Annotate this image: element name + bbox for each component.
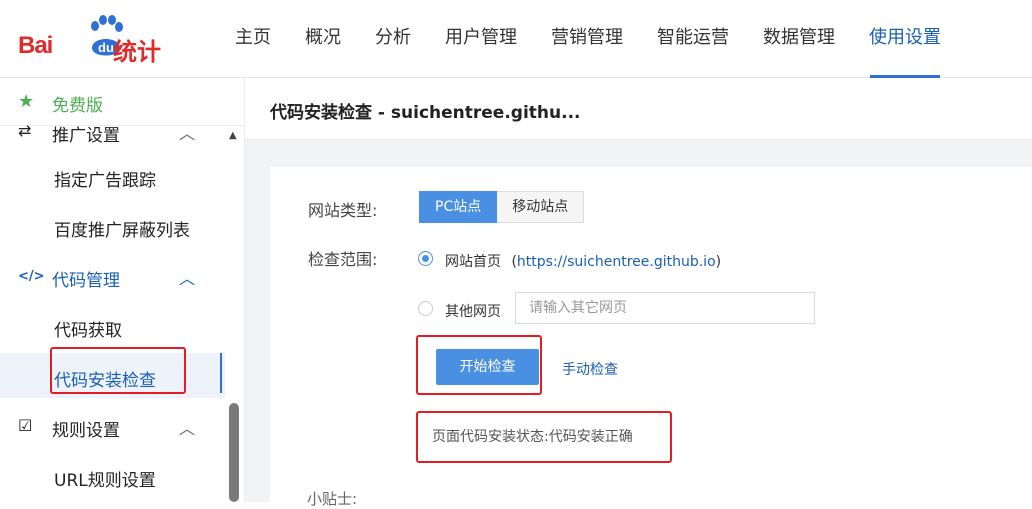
sidebar-scrollbar-thumb[interactable] — [229, 403, 239, 502]
sidebar-group-code-management[interactable]: </> 代码管理 ︿ — [0, 253, 225, 303]
highlight-box-sidebar — [50, 347, 186, 394]
sidebar: ★ 免费版 ⇄ 推广设置 ︿ 指定广告跟踪 百度推广屏蔽列表 </> 代码管理 … — [0, 78, 245, 502]
nav-analysis[interactable]: 分析 — [358, 0, 428, 78]
scope-home-label: 网站首页 — [445, 254, 501, 270]
top-bar: Bai du 统计 主页 概况 分析 用户管理 营销管理 智能运营 数据管理 使… — [0, 0, 1032, 78]
sidebar-item-label: 代码获取 — [54, 321, 122, 341]
highlight-box-start-button — [416, 335, 542, 395]
top-nav: 主页 概况 分析 用户管理 营销管理 智能运营 数据管理 使用设置 — [218, 0, 958, 78]
page-title: 代码安装检查 - suichentree.githu... — [270, 103, 581, 123]
scope-home-url-link[interactable]: https://suichentree.github.io — [517, 254, 716, 270]
nav-marketing[interactable]: 营销管理 — [534, 0, 640, 78]
nav-user-management[interactable]: 用户管理 — [428, 0, 534, 78]
scope-home-radio[interactable] — [418, 251, 433, 266]
sidebar-group-label: 推广设置 — [52, 126, 120, 146]
scope-label: 检查范围: — [308, 250, 378, 269]
site-type-toggle: PC站点 移动站点 — [419, 191, 585, 223]
sidebar-item-label: URL规则设置 — [54, 471, 156, 491]
sidebar-group-promotion[interactable]: ⇄ 推广设置 ︿ — [0, 108, 225, 158]
sidebar-item-label: 指定广告跟踪 — [54, 171, 156, 191]
code-icon: </> — [18, 269, 45, 284]
scope-other-label[interactable]: 其他网页 — [445, 301, 501, 321]
other-page-input[interactable] — [515, 292, 815, 324]
scroll-up-arrow-icon[interactable]: ▲ — [229, 130, 237, 141]
sidebar-item-ad-tracking[interactable]: 指定广告跟踪 — [0, 153, 225, 203]
nav-smart-ops[interactable]: 智能运营 — [640, 0, 746, 78]
sidebar-group-rules[interactable]: ☑ 规则设置 ︿ — [0, 403, 225, 453]
nav-home[interactable]: 主页 — [218, 0, 288, 78]
highlight-box-status — [416, 411, 672, 463]
manual-check-link[interactable]: 手动检查 — [562, 359, 618, 379]
site-type-mobile-button[interactable]: 移动站点 — [497, 191, 585, 223]
edit-rules-icon: ☑ — [18, 416, 33, 435]
logo-du: du — [98, 40, 114, 55]
scope-home-option[interactable]: 网站首页 (https://suichentree.github.io) — [445, 251, 721, 271]
chevron-up-icon: ︿ — [178, 419, 195, 438]
scope-other-radio[interactable] — [418, 301, 433, 316]
site-type-pc-button[interactable]: PC站点 — [419, 191, 498, 223]
nav-overview[interactable]: 概况 — [288, 0, 358, 78]
page-header: 代码安装检查 - suichentree.githu... — [245, 78, 1032, 140]
sidebar-group-label: 代码管理 — [52, 271, 120, 291]
sidebar-item-label: 百度推广屏蔽列表 — [54, 221, 190, 241]
chevron-up-icon: ︿ — [178, 269, 195, 288]
baidu-tongji-logo[interactable]: Bai du 统计 — [18, 14, 168, 66]
sidebar-item-block-list[interactable]: 百度推广屏蔽列表 — [0, 203, 225, 253]
tips-label: 小贴士: — [307, 490, 358, 508]
scope-home-url-close: ) — [715, 254, 722, 270]
sidebar-group-label: 规则设置 — [52, 421, 120, 441]
nav-settings[interactable]: 使用设置 — [852, 0, 958, 78]
logo-cn: 统计 — [113, 38, 161, 66]
logo-latin: Bai — [18, 32, 53, 59]
promotion-icon: ⇄ — [18, 121, 32, 140]
sidebar-item-get-code[interactable]: 代码获取 — [0, 303, 225, 353]
chevron-up-icon: ︿ — [178, 124, 195, 143]
nav-data-management[interactable]: 数据管理 — [746, 0, 852, 78]
site-type-label: 网站类型: — [308, 201, 378, 220]
sidebar-item-url-rules[interactable]: URL规则设置 — [0, 453, 225, 502]
